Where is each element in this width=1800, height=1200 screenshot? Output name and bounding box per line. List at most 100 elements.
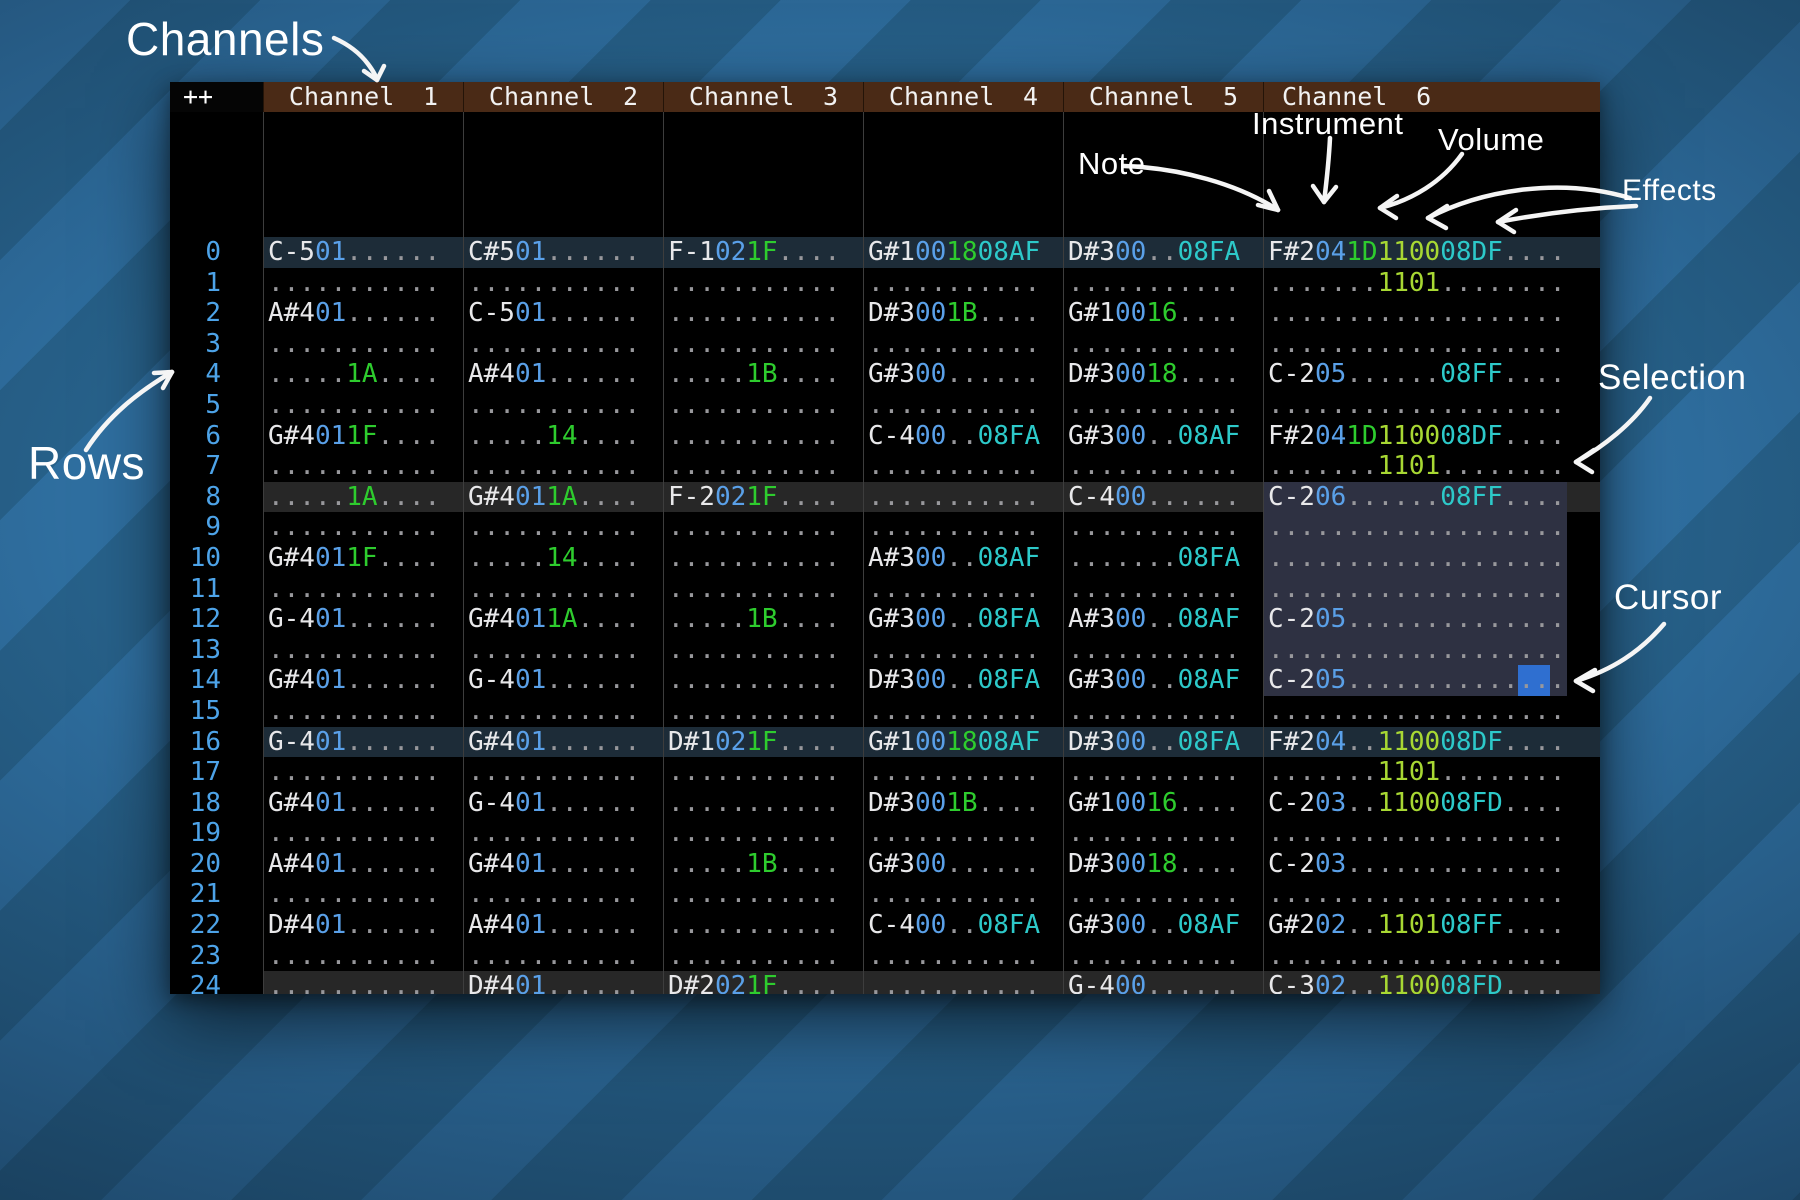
pattern-cell-ch3[interactable]: F-2021F.... xyxy=(663,482,863,513)
pattern-cell-ch4[interactable]: ........... xyxy=(863,512,1063,543)
pattern-cell-ch1[interactable]: ........... xyxy=(263,757,463,788)
pattern-cell-ch5[interactable]: D#300..08FA xyxy=(1063,237,1263,268)
pattern-cell-ch6[interactable]: .......1101........ xyxy=(1263,268,1600,299)
pattern-cell-ch2[interactable]: ........... xyxy=(463,696,663,727)
pattern-cell-ch5[interactable]: ........... xyxy=(1063,268,1263,299)
pattern-cell-ch1[interactable]: G#4011F.... xyxy=(263,421,463,452)
pattern-cell-ch3[interactable]: ........... xyxy=(663,665,863,696)
pattern-cell-ch3[interactable]: ........... xyxy=(663,941,863,972)
pattern-cell-ch1[interactable]: .....1A.... xyxy=(263,482,463,513)
pattern-cell-ch4[interactable]: ........... xyxy=(863,451,1063,482)
pattern-cell-ch4[interactable]: ........... xyxy=(863,941,1063,972)
pattern-cell-ch6[interactable]: G#202..110108FF.... xyxy=(1263,910,1600,941)
pattern-cell-ch3[interactable]: .....1B.... xyxy=(663,849,863,880)
pattern-cell-ch5[interactable]: ........... xyxy=(1063,757,1263,788)
pattern-cell-ch2[interactable]: ........... xyxy=(463,635,663,666)
pattern-cell-ch4[interactable]: C-400..08FA xyxy=(863,421,1063,452)
pattern-cell-ch1[interactable]: ........... xyxy=(263,696,463,727)
pattern-cell-ch5[interactable]: G#300..08AF xyxy=(1063,910,1263,941)
pattern-cell-ch4[interactable]: G#1001808AF xyxy=(863,237,1063,268)
pattern-cell-ch3[interactable]: ........... xyxy=(663,910,863,941)
pattern-cell-ch3[interactable]: ........... xyxy=(663,818,863,849)
pattern-cell-ch2[interactable]: ........... xyxy=(463,329,663,360)
pattern-cell-ch3[interactable]: ........... xyxy=(663,268,863,299)
pattern-cell-ch6[interactable]: C-205......08FF.... xyxy=(1263,359,1600,390)
pattern-cell-ch5[interactable]: ........... xyxy=(1063,818,1263,849)
pattern-cell-ch1[interactable]: A#401...... xyxy=(263,298,463,329)
pattern-cell-ch6[interactable]: ................... xyxy=(1263,941,1600,972)
pattern-cell-ch4[interactable]: G#300..08FA xyxy=(863,604,1063,635)
pattern-cell-ch1[interactable]: G#401...... xyxy=(263,788,463,819)
pattern-cell-ch1[interactable]: A#401...... xyxy=(263,849,463,880)
pattern-cell-ch3[interactable]: ........... xyxy=(663,574,863,605)
pattern-cell-ch3[interactable]: ........... xyxy=(663,512,863,543)
pattern-cell-ch5[interactable]: ........... xyxy=(1063,879,1263,910)
pattern-cell-ch5[interactable]: ........... xyxy=(1063,696,1263,727)
pattern-cell-ch1[interactable]: ........... xyxy=(263,818,463,849)
pattern-cell-ch4[interactable]: D#3001B.... xyxy=(863,788,1063,819)
pattern-cell-ch2[interactable]: .....14.... xyxy=(463,543,663,574)
pattern-cell-ch5[interactable]: G#300..08AF xyxy=(1063,421,1263,452)
pattern-cell-ch3[interactable]: ........... xyxy=(663,298,863,329)
pattern-cell-ch2[interactable]: ........... xyxy=(463,941,663,972)
pattern-cell-ch6[interactable]: C-206......08FF.... xyxy=(1263,482,1600,513)
pattern-cell-ch4[interactable]: G#300...... xyxy=(863,849,1063,880)
pattern-cell-ch5[interactable]: D#30018.... xyxy=(1063,849,1263,880)
pattern-cell-ch5[interactable]: ........... xyxy=(1063,512,1263,543)
pattern-cell-ch5[interactable]: G#10016.... xyxy=(1063,298,1263,329)
pattern-cell-ch3[interactable]: .....1B.... xyxy=(663,604,863,635)
pattern-cell-ch6[interactable]: ................... xyxy=(1263,512,1600,543)
pattern-cell-ch6[interactable]: C-203..110008FD.... xyxy=(1263,788,1600,819)
pattern-cell-ch2[interactable]: G-401...... xyxy=(463,788,663,819)
pattern-cell-ch5[interactable]: .......08FA xyxy=(1063,543,1263,574)
pattern-cell-ch6[interactable]: ................... xyxy=(1263,574,1600,605)
pattern-cell-ch3[interactable]: ........... xyxy=(663,635,863,666)
pattern-cell-ch1[interactable]: ........... xyxy=(263,329,463,360)
pattern-cell-ch4[interactable]: D#300..08FA xyxy=(863,665,1063,696)
pattern-cell-ch1[interactable]: ........... xyxy=(263,451,463,482)
pattern-cell-ch1[interactable]: G-401...... xyxy=(263,727,463,758)
pattern-cell-ch4[interactable]: ........... xyxy=(863,879,1063,910)
pattern-cell-ch4[interactable]: A#300..08AF xyxy=(863,543,1063,574)
pattern-cell-ch6[interactable]: F#204..110008DF.... xyxy=(1263,727,1600,758)
pattern-cell-ch3[interactable]: D#2021F.... xyxy=(663,971,863,994)
pattern-cell-ch4[interactable]: ........... xyxy=(863,635,1063,666)
pattern-cell-ch5[interactable]: ........... xyxy=(1063,635,1263,666)
pattern-cell-ch1[interactable]: D#401...... xyxy=(263,910,463,941)
pattern-cell-ch3[interactable]: .....1B.... xyxy=(663,359,863,390)
pattern-cell-ch6[interactable]: ................... xyxy=(1263,635,1600,666)
channel-header-3[interactable]: Channel 3 xyxy=(663,82,863,112)
pattern-corner-cell[interactable]: ++ xyxy=(170,82,263,112)
pattern-cell-ch2[interactable]: ........... xyxy=(463,574,663,605)
pattern-cell-ch2[interactable]: .....14.... xyxy=(463,421,663,452)
pattern-cell-ch2[interactable]: A#401...... xyxy=(463,359,663,390)
pattern-cell-ch4[interactable]: ........... xyxy=(863,390,1063,421)
pattern-cell-ch6[interactable]: ................... xyxy=(1263,696,1600,727)
pattern-cell-ch5[interactable]: ........... xyxy=(1063,941,1263,972)
channel-header-4[interactable]: Channel 4 xyxy=(863,82,1063,112)
pattern-cell-ch6[interactable]: C-302..110008FD.... xyxy=(1263,971,1600,994)
pattern-cell-ch1[interactable]: G#4011F.... xyxy=(263,543,463,574)
pattern-cell-ch4[interactable]: ........... xyxy=(863,696,1063,727)
pattern-cell-ch2[interactable]: G#4011A.... xyxy=(463,482,663,513)
pattern-cell-ch3[interactable]: ........... xyxy=(663,421,863,452)
pattern-cell-ch5[interactable]: ........... xyxy=(1063,390,1263,421)
pattern-cell-ch4[interactable]: C-400..08FA xyxy=(863,910,1063,941)
pattern-cell-ch3[interactable]: ........... xyxy=(663,451,863,482)
pattern-cell-ch2[interactable]: C-501...... xyxy=(463,298,663,329)
pattern-cell-ch2[interactable]: ........... xyxy=(463,757,663,788)
pattern-cell-ch4[interactable]: ........... xyxy=(863,482,1063,513)
pattern-cell-ch5[interactable]: ........... xyxy=(1063,574,1263,605)
pattern-cell-ch1[interactable]: ........... xyxy=(263,574,463,605)
pattern-cell-ch6[interactable]: .......1101........ xyxy=(1263,451,1600,482)
pattern-cell-ch4[interactable]: ........... xyxy=(863,818,1063,849)
pattern-cell-ch4[interactable]: ........... xyxy=(863,329,1063,360)
pattern-cell-ch1[interactable]: G-401...... xyxy=(263,604,463,635)
pattern-cell-ch2[interactable]: G-401...... xyxy=(463,665,663,696)
pattern-cell-ch3[interactable]: ........... xyxy=(663,757,863,788)
pattern-cell-ch4[interactable]: ........... xyxy=(863,757,1063,788)
pattern-cell-ch1[interactable]: C-501...... xyxy=(263,237,463,268)
pattern-cell-ch1[interactable]: ........... xyxy=(263,390,463,421)
pattern-cell-ch5[interactable]: G#300..08AF xyxy=(1063,665,1263,696)
pattern-cell-ch6[interactable]: C-205.............. xyxy=(1263,604,1600,635)
